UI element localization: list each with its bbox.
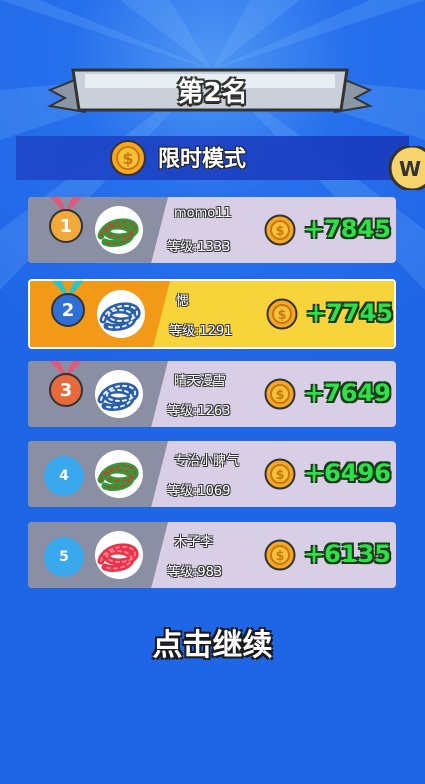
player-level: 等级:1263 xyxy=(167,404,231,419)
svg-text:$: $ xyxy=(122,149,133,168)
snake-avatar xyxy=(97,290,145,338)
leaderboard-row: 4 专治小脾气 等级:1069 $ +6496 xyxy=(28,441,396,507)
player-score: +7745 xyxy=(306,299,393,327)
rank-title: 第2名 xyxy=(177,78,248,108)
side-badge-icon[interactable]: W xyxy=(384,146,425,190)
player-level: 等级:1291 xyxy=(169,324,233,339)
player-name: momo11 xyxy=(174,206,232,221)
rank-badge: 4 xyxy=(44,456,84,496)
player-score: +6135 xyxy=(304,540,391,568)
coin-icon: $ xyxy=(264,539,296,575)
coin-icon: $ xyxy=(264,458,296,494)
rank-medal: 2 xyxy=(51,293,85,327)
coin-icon: $ xyxy=(266,298,298,334)
coin-icon: $ xyxy=(264,214,296,250)
player-level: 等级:983 xyxy=(167,565,223,580)
snake-avatar xyxy=(95,450,143,498)
svg-text:W: W xyxy=(399,157,421,181)
rank-medal: 1 xyxy=(49,209,83,243)
svg-text:$: $ xyxy=(275,549,284,564)
player-name: 专治小脾气 xyxy=(174,454,240,469)
snake-avatar xyxy=(95,206,143,254)
svg-text:$: $ xyxy=(275,224,284,239)
player-score: +7845 xyxy=(304,215,391,243)
mode-label: 限时模式 xyxy=(158,147,247,172)
coin-icon: $ xyxy=(110,140,146,176)
player-name: 晴天漫雪 xyxy=(174,374,227,389)
leaderboard-row: 3 晴天漫雪 等级:1263 $ +7649 xyxy=(28,361,396,427)
svg-text:$: $ xyxy=(275,468,284,483)
player-level: 等级:1069 xyxy=(167,484,231,499)
player-score: +7649 xyxy=(304,379,391,407)
rank-medal: 3 xyxy=(49,373,83,407)
coin-icon: $ xyxy=(264,378,296,414)
snake-avatar xyxy=(95,531,143,579)
player-name: 愢 xyxy=(176,294,190,309)
rank-badge: 5 xyxy=(44,537,84,577)
player-name: 木子李 xyxy=(174,535,214,550)
snake-avatar xyxy=(95,370,143,418)
svg-text:$: $ xyxy=(275,388,284,403)
leaderboard-row: 1 momo11 等级:1333 $ +7845 xyxy=(28,197,396,263)
leaderboard-row: 2 愢 等级:1291 $ +7745 xyxy=(28,279,396,349)
continue-button[interactable]: 点击继续 xyxy=(0,620,425,664)
leaderboard-row: 5 木子李 等级:983 $ +6135 xyxy=(28,522,396,588)
player-score: +6496 xyxy=(304,459,391,487)
player-level: 等级:1333 xyxy=(167,240,231,255)
svg-text:$: $ xyxy=(277,308,286,323)
